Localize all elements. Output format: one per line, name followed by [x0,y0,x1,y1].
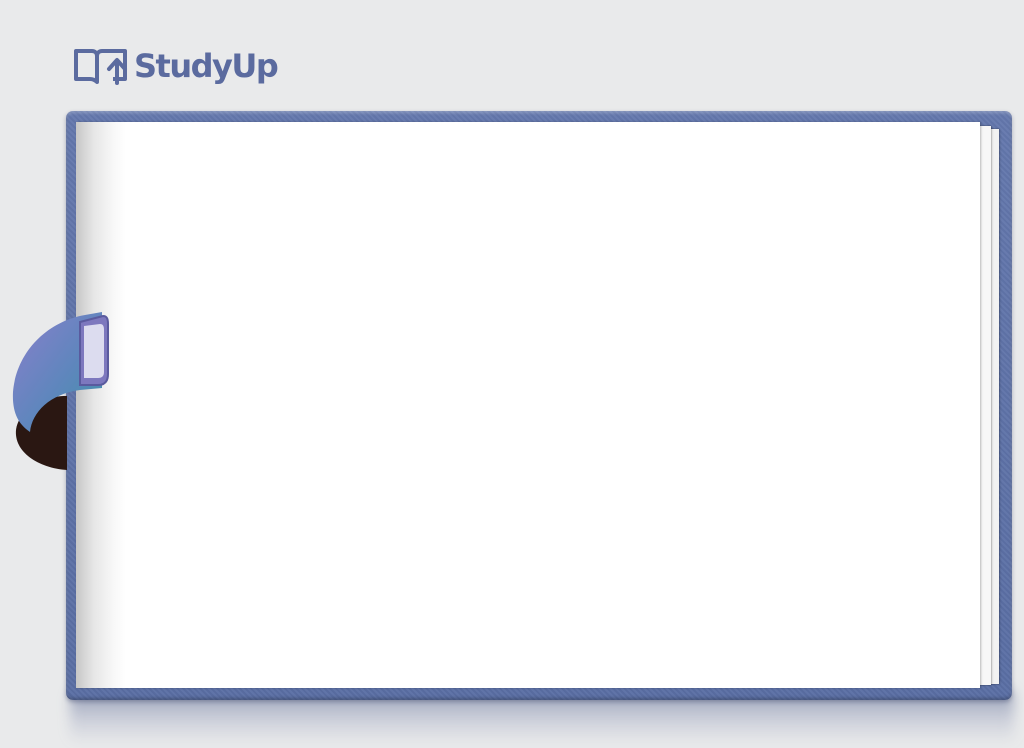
open-book-up-arrow-icon [74,49,127,85]
bookmark-tab-icon[interactable] [10,312,110,474]
book-page[interactable] [76,122,980,688]
app-window: StudyUp [0,0,1024,748]
brand-name: StudyUp [134,46,279,85]
brand-logo[interactable]: StudyUp [73,46,279,88]
